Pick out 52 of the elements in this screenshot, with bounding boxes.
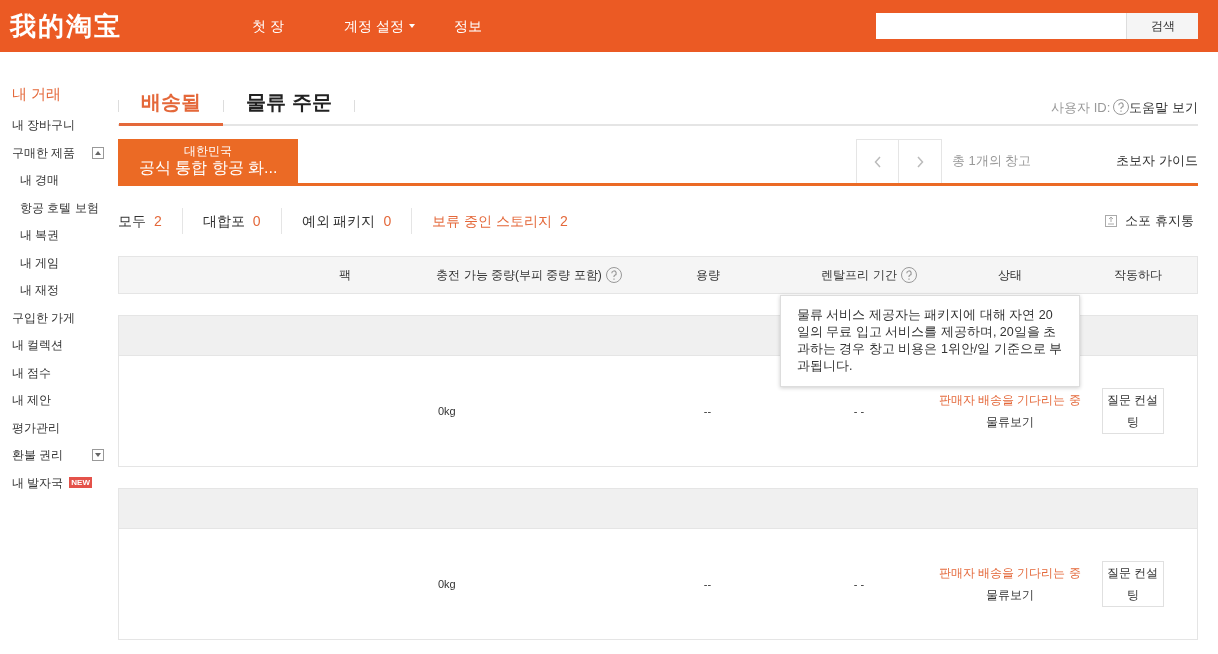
tooltip: 물류 서비스 제공자는 패키지에 대해 자연 20일의 무료 입고 서비스를 제공하며, 20일을 초과하는 경우 창고 비용은 1위안/일 기준으로 부과됩니다. (780, 295, 1080, 387)
sidebar-item[interactable]: 내 컬렉션 (12, 336, 64, 355)
collapse-icon[interactable] (92, 146, 104, 159)
help-icon[interactable] (900, 267, 917, 283)
sidebar-item[interactable]: 내 장바구니 (12, 116, 76, 135)
sidebar-item[interactable]: 평가관리 (12, 418, 60, 437)
search-field[interactable] (876, 13, 1126, 39)
logistics-link[interactable]: 물류보기 (985, 413, 1034, 431)
table-cell: -- (703, 577, 712, 590)
column-header: 충전 가능 중량(부피 중량 포함) (436, 267, 602, 284)
filter-link[interactable]: 모두 2 (118, 210, 182, 232)
chevron-right-icon (916, 155, 924, 168)
consult-button[interactable]: 질문 컨설팅 (1101, 388, 1164, 434)
status-text: 판매자 배송을 기다리는 중 (938, 565, 1081, 582)
expand-icon[interactable] (92, 449, 104, 462)
warehouse-count: 총 1개의 창고 (952, 152, 1032, 170)
filter-link[interactable]: 대합포 0 (182, 210, 281, 232)
chevron-left-icon (873, 155, 882, 168)
sidebar-item[interactable]: 내 발자국 (12, 473, 64, 492)
sidebar-item[interactable]: 구입한 가게 (12, 308, 76, 327)
sidebar-item[interactable]: 내 제안 (12, 391, 52, 410)
column-header: 상태 (997, 267, 1022, 284)
table-cell: 0kg (438, 404, 456, 417)
status-text: 판매자 배송을 기다리는 중 (938, 392, 1081, 409)
sidebar-item[interactable]: 내 재정 (20, 281, 60, 300)
sidebar-item[interactable]: 내 게임 (20, 253, 60, 272)
help-link[interactable]: 도움말 보기 (1129, 97, 1198, 117)
table-cell: -- (703, 404, 712, 417)
column-header: 용량 (695, 267, 720, 284)
column-header: 작동하다 (1113, 267, 1162, 284)
consult-button[interactable]: 질문 컨설팅 (1101, 561, 1164, 607)
sidebar-item[interactable]: 내 복권 (20, 226, 60, 245)
logistics-link[interactable]: 물류보기 (985, 586, 1034, 604)
sidebar-item[interactable]: 환불 권리 (12, 446, 64, 465)
help-icon[interactable] (605, 267, 622, 283)
tab[interactable]: 물류 주문 (224, 87, 354, 126)
sidebar-item[interactable]: 내 경매 (20, 171, 60, 190)
new-badge: NEW (69, 477, 92, 489)
column-header: 팩 (339, 267, 351, 284)
help-icon[interactable] (1113, 99, 1130, 116)
beginner-guide-link[interactable]: 초보자 가이드 (1116, 151, 1198, 183)
sidebar-item[interactable]: 구매한 제품 (12, 143, 76, 162)
sidebar-item[interactable]: 내 점수 (12, 363, 52, 382)
table-cell: - - (853, 577, 865, 590)
filter-link[interactable]: 예외 패키지 0 (281, 210, 412, 232)
user-id-label: 사용자 ID: (1051, 98, 1111, 117)
parcel-trash-link[interactable]: 소포 휴지통 (1125, 211, 1194, 231)
sidebar-item[interactable]: 항공 호텔 보험 (20, 198, 99, 217)
search-button[interactable]: 검색 (1126, 13, 1198, 39)
column-header: 렌탈프리 기간 (821, 267, 897, 284)
table-cell: - - (853, 404, 865, 417)
table-cell: 0kg (438, 577, 456, 590)
